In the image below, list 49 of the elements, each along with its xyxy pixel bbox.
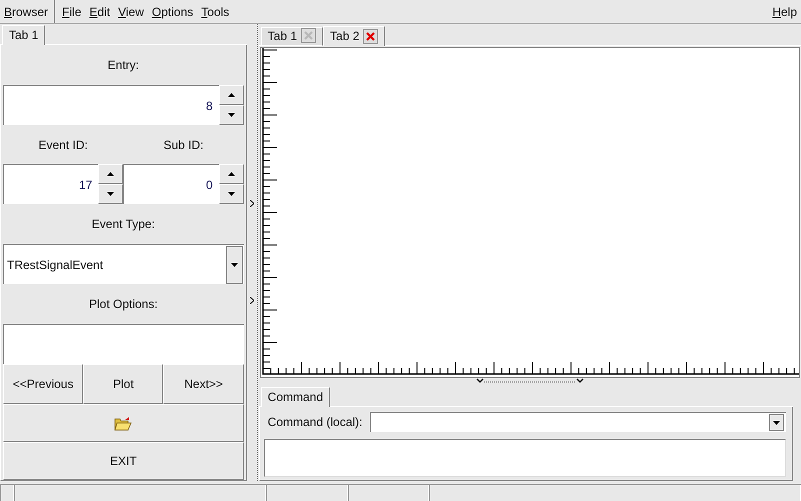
tab[interactable]: Tab 1 — [260, 27, 324, 46]
field-label: Entry: — [106, 57, 140, 74]
down-arrow-icon — [107, 192, 114, 196]
folder-icon — [114, 416, 132, 430]
down-arrow-icon — [773, 420, 780, 424]
number-field[interactable]: 8 — [3, 85, 219, 125]
up-arrow-icon — [107, 172, 114, 176]
down-arrow-icon — [228, 113, 235, 117]
down-arrow-icon — [228, 192, 235, 196]
menu-item[interactable]: View — [114, 4, 148, 18]
field-label: Plot Options: — [88, 296, 159, 313]
exit-button[interactable]: EXIT — [3, 442, 244, 480]
field-label: Event Type: — [90, 216, 156, 233]
menu-item[interactable]: Browser — [0, 4, 52, 18]
nav-button[interactable]: <<Previous — [3, 364, 84, 404]
nav-button[interactable]: Next>> — [163, 364, 244, 404]
chevron-icon — [250, 297, 254, 304]
field-label: Command (local): — [268, 415, 362, 429]
tab[interactable]: Command — [260, 387, 330, 407]
close-icon — [304, 31, 314, 40]
tab[interactable]: Tab 2 — [323, 26, 386, 46]
close-icon — [366, 32, 376, 40]
chevron-icon — [250, 200, 254, 207]
field-label: Sub ID: — [162, 136, 205, 154]
up-arrow-icon — [228, 172, 235, 176]
open-folder-button[interactable] — [3, 404, 244, 442]
spin-up-button[interactable] — [98, 164, 124, 184]
spin-up-button[interactable] — [218, 164, 244, 184]
spin-down-button[interactable] — [218, 105, 244, 125]
field-label: Event ID: — [37, 136, 89, 154]
number-field[interactable]: 0 — [123, 164, 219, 204]
menu-item[interactable]: Options — [148, 4, 198, 18]
menu-item[interactable]: Help — [768, 4, 801, 18]
up-arrow-icon — [228, 93, 235, 97]
spin-down-button[interactable] — [218, 184, 244, 204]
down-arrow-icon — [230, 262, 238, 266]
spin-up-button[interactable] — [218, 85, 244, 105]
tab[interactable]: Tab 1 — [2, 25, 46, 45]
nav-button[interactable]: Plot — [83, 364, 164, 404]
number-field[interactable]: 17 — [3, 164, 98, 204]
dropdown[interactable]: TRestSignalEvent — [3, 244, 244, 284]
menu-item[interactable]: File — [58, 4, 86, 18]
menu-item[interactable]: Tools — [197, 4, 234, 18]
close-button[interactable] — [363, 28, 378, 44]
input-field[interactable] — [3, 324, 244, 364]
spin-down-button[interactable] — [98, 184, 124, 204]
menu-item[interactable]: Edit — [85, 4, 114, 18]
command-combo[interactable] — [370, 412, 786, 432]
splitter-handle-icon — [474, 378, 585, 384]
